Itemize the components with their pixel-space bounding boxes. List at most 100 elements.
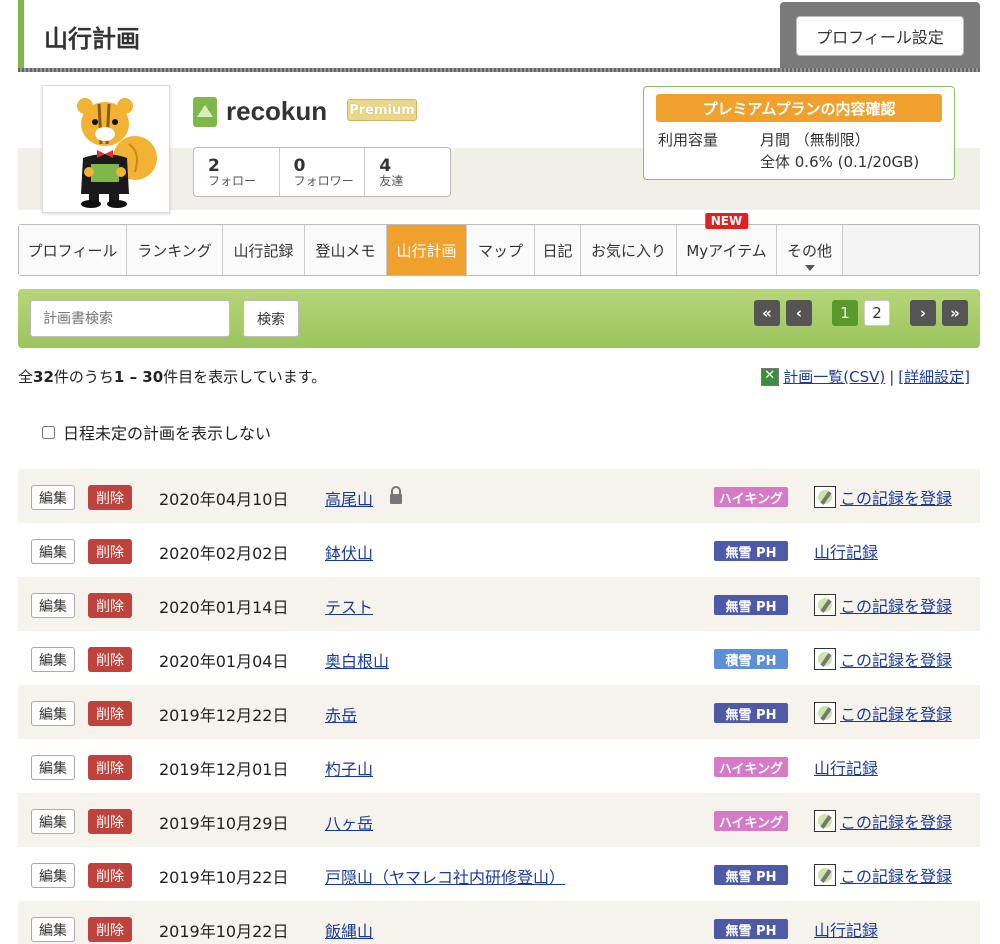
page-title: 山行計画	[44, 25, 140, 53]
tab-4[interactable]: 山行計画	[387, 225, 467, 275]
stat-followers-count: 0	[293, 156, 306, 176]
search-button[interactable]: 検索	[243, 300, 299, 337]
tab-1[interactable]: ランキング	[127, 225, 223, 275]
plan-name-link[interactable]: 赤岳	[325, 702, 357, 726]
stat-followers[interactable]: 0 フォロワー	[280, 148, 366, 196]
activity-tag: ハイキング	[714, 757, 788, 777]
plan-date: 2019年10月29日	[159, 814, 289, 833]
follow-stats: 2 フォロー 0 フォロワー 4 友達	[193, 147, 451, 197]
page-1-button[interactable]: 1	[832, 300, 858, 326]
plan-row: 編集 削除 2020年01月14日 テスト 無雪 PH この記録を登録	[18, 577, 980, 631]
tab-5[interactable]: マップ	[467, 225, 535, 275]
plan-name-link[interactable]: 奥白根山	[325, 648, 389, 672]
detail-settings-link[interactable]: [詳細設定]	[898, 366, 970, 387]
activity-tag: ハイキング	[714, 487, 788, 507]
delete-button[interactable]: 削除	[88, 917, 132, 942]
profile-settings-button[interactable]: プロフィール設定	[796, 16, 964, 56]
summary-mid: 件のうち	[53, 368, 114, 386]
delete-button[interactable]: 削除	[88, 539, 132, 564]
storage-label: 利用容量	[658, 131, 719, 149]
tab-9[interactable]: その他	[777, 225, 843, 275]
username: recokun	[226, 96, 328, 126]
tab-2[interactable]: 山行記録	[223, 225, 305, 275]
delete-button[interactable]: 削除	[88, 755, 132, 780]
edit-button[interactable]: 編集	[31, 809, 75, 834]
prev-page-button[interactable]: ‹	[786, 300, 812, 326]
page-2-button[interactable]: 2	[864, 300, 890, 326]
delete-button[interactable]: 削除	[88, 647, 132, 672]
tab-label: Myアイテム	[686, 241, 767, 260]
plan-row: 編集 削除 2020年01月04日 奥白根山 積雪 PH この記録を登録	[18, 631, 980, 685]
register-record-link[interactable]: この記録を登録	[814, 863, 952, 887]
plan-date: 2019年12月22日	[159, 706, 289, 725]
last-page-button[interactable]: »	[942, 300, 968, 326]
delete-button[interactable]: 削除	[88, 701, 132, 726]
stat-follow[interactable]: 2 フォロー	[194, 148, 280, 196]
delete-button[interactable]: 削除	[88, 809, 132, 834]
activity-tag: 無雪 PH	[714, 865, 788, 885]
stat-follow-count: 2	[208, 156, 220, 176]
edit-button[interactable]: 編集	[31, 755, 75, 780]
edit-button[interactable]: 編集	[31, 863, 75, 888]
register-record-label: この記録を登録	[840, 867, 953, 886]
premium-plan-button[interactable]: プレミアムプランの内容確認	[656, 94, 942, 122]
hide-undated-checkbox[interactable]	[42, 425, 55, 439]
tab-3[interactable]: 登山メモ	[305, 225, 387, 275]
register-record-label: この記録を登録	[840, 813, 953, 832]
tab-6[interactable]: 日記	[535, 225, 581, 275]
stat-friends[interactable]: 4 友達	[365, 148, 450, 196]
next-page-button[interactable]: ›	[910, 300, 936, 326]
plan-name-link[interactable]: テスト	[325, 594, 373, 618]
plan-search-input[interactable]	[30, 300, 230, 337]
plan-row: 編集 削除 2020年02月02日 鉢伏山 無雪 PH 山行記録	[18, 523, 980, 577]
csv-list-link[interactable]: 計画一覧(CSV)	[783, 366, 885, 387]
plan-name-link[interactable]: 戸隠山（ヤマレコ社内研修登山）	[325, 864, 565, 888]
first-page-button[interactable]: «	[754, 300, 780, 326]
tab-7[interactable]: お気に入り	[581, 225, 677, 275]
register-record-link[interactable]: この記録を登録	[814, 701, 952, 725]
delete-button[interactable]: 削除	[88, 485, 132, 510]
plan-name-link[interactable]: 飯縄山	[325, 918, 373, 942]
edit-button[interactable]: 編集	[31, 485, 75, 510]
record-link[interactable]: 山行記録	[814, 755, 878, 779]
edit-button[interactable]: 編集	[31, 539, 75, 564]
register-record-link[interactable]: この記録を登録	[814, 485, 952, 509]
plan-name-link[interactable]: 鉢伏山	[325, 540, 373, 564]
record-link[interactable]: 山行記録	[814, 539, 878, 563]
tab-label: その他	[786, 241, 832, 260]
csv-links: 計画一覧(CSV) | [詳細設定]	[761, 366, 970, 387]
activity-tag: 無雪 PH	[714, 703, 788, 723]
record-link[interactable]: 山行記録	[814, 917, 878, 941]
tab-label: お気に入り	[590, 241, 666, 260]
storage-monthly: 月間 （無制限）	[760, 131, 870, 149]
plan-name-link[interactable]: 八ヶ岳	[325, 810, 373, 834]
edit-button[interactable]: 編集	[31, 917, 75, 942]
plan-row: 編集 削除 2019年10月22日 戸隠山（ヤマレコ社内研修登山） 無雪 PH この記録を…	[18, 847, 980, 901]
plan-date: 2020年02月02日	[159, 544, 289, 563]
new-badge: NEW	[704, 213, 749, 229]
plan-name-link[interactable]: 杓子山	[325, 756, 373, 780]
search-bar: 検索 « ‹ 1 2 › »	[18, 289, 980, 348]
register-record-label: この記録を登録	[840, 597, 953, 616]
edit-button[interactable]: 編集	[31, 593, 75, 618]
delete-button[interactable]: 削除	[88, 863, 132, 888]
plan-row: 編集 削除 2019年10月22日 飯縄山 無雪 PH 山行記録	[18, 901, 980, 944]
plan-name-link[interactable]: 高尾山	[325, 486, 373, 510]
activity-tag: 無雪 PH	[714, 919, 788, 939]
register-record-icon	[814, 864, 836, 886]
csv-separator: |	[889, 367, 895, 386]
tab-0[interactable]: プロフィール	[19, 225, 127, 275]
hide-undated-filter[interactable]: 日程未定の計画を表示しない	[42, 420, 271, 444]
register-record-link[interactable]: この記録を登録	[814, 809, 952, 833]
delete-button[interactable]: 削除	[88, 593, 132, 618]
avatar[interactable]	[42, 85, 170, 213]
register-record-link[interactable]: この記録を登録	[814, 593, 952, 617]
register-record-link[interactable]: この記録を登録	[814, 647, 952, 671]
edit-button[interactable]: 編集	[31, 647, 75, 672]
storage-total: 全体 0.6% (0.1/20GB)	[760, 153, 920, 171]
edit-button[interactable]: 編集	[31, 701, 75, 726]
premium-plan-box: プレミアムプランの内容確認 利用容量 月間 （無制限） 全体 0.6% (0.1…	[643, 86, 955, 180]
plan-list: 編集 削除 2020年04月10日 高尾山 ハイキング この記録を登録 編集 削除 2020年0…	[18, 469, 980, 944]
tab-8[interactable]: Myアイテム NEW	[677, 213, 777, 275]
premium-badge: Premium	[347, 99, 417, 121]
